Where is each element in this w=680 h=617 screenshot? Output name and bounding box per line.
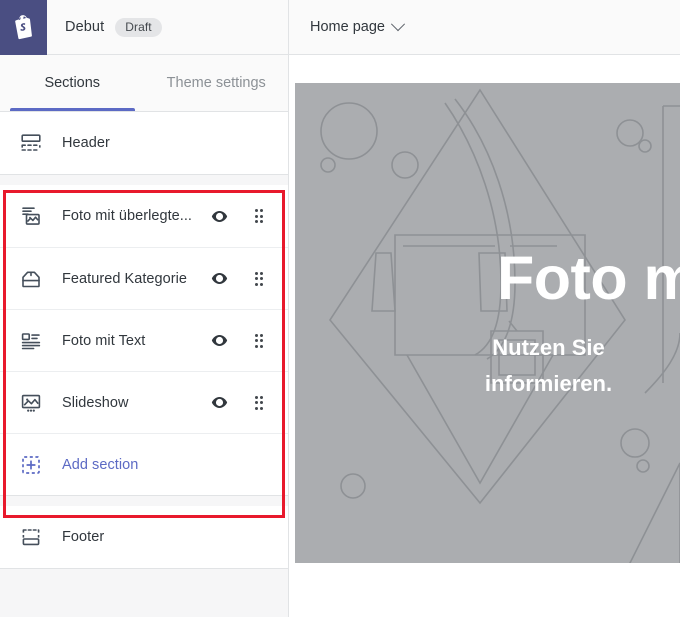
add-section-plus-icon bbox=[18, 452, 44, 478]
section-row-footer[interactable]: Footer bbox=[0, 506, 288, 568]
image-with-text-overlay-icon bbox=[18, 203, 44, 229]
drag-handle-icon[interactable] bbox=[246, 328, 272, 354]
theme-name: Debut bbox=[65, 19, 105, 35]
section-row-image-with-text[interactable]: Foto mit Text bbox=[0, 309, 288, 371]
header-layout-icon bbox=[18, 130, 44, 156]
section-row-actions bbox=[206, 390, 272, 416]
tab-sections-label: Sections bbox=[44, 75, 101, 91]
section-group-body: Foto mit überlegte... Featured Kategorie… bbox=[0, 185, 288, 496]
section-row-label: Foto mit überlegte... bbox=[62, 208, 192, 224]
status-badge: Draft bbox=[115, 17, 162, 37]
slideshow-icon bbox=[18, 390, 44, 416]
eye-visibility-icon[interactable] bbox=[206, 328, 232, 354]
eye-visibility-icon[interactable] bbox=[206, 203, 232, 229]
section-row-label: Featured Kategorie bbox=[62, 270, 188, 287]
eye-visibility-icon[interactable] bbox=[206, 266, 232, 292]
section-row-header[interactable]: Header bbox=[0, 112, 288, 174]
add-section-label: Add section bbox=[62, 456, 139, 473]
footer-layout-icon bbox=[18, 524, 44, 550]
section-row-label: Foto mit Text bbox=[62, 332, 146, 349]
section-row-image-with-text-overlay[interactable]: Foto mit überlegte... bbox=[0, 185, 288, 247]
section-row-featured-collection[interactable]: Featured Kategorie bbox=[0, 247, 288, 309]
section-row-label: Slideshow bbox=[62, 394, 129, 411]
image-with-text-overlay-section-preview[interactable]: Foto m Nutzen Sie informieren. bbox=[295, 83, 680, 563]
preview-overlay-heading: Foto m bbox=[497, 244, 680, 313]
section-row-actions bbox=[206, 328, 272, 354]
page-picker-label: Home page bbox=[310, 19, 385, 35]
image-with-text-icon bbox=[18, 328, 44, 354]
top-bar: Debut Draft Home page bbox=[0, 0, 680, 55]
preview-overlay-subline-1: Nutzen Sie bbox=[492, 335, 605, 361]
section-row-actions bbox=[206, 266, 272, 292]
shopify-bag-icon bbox=[12, 14, 36, 41]
section-row-label: Footer bbox=[62, 529, 105, 545]
shopify-theme-editor: Debut Draft Home page Sections Theme set… bbox=[0, 0, 680, 617]
tab-sections[interactable]: Sections bbox=[0, 55, 145, 111]
chevron-down-icon bbox=[390, 17, 406, 32]
preview-overlay-text: Foto m Nutzen Sie informieren. bbox=[295, 83, 680, 563]
section-group-footer: Footer bbox=[0, 506, 288, 569]
drag-handle-icon[interactable] bbox=[246, 203, 272, 229]
theme-info-block: Debut Draft bbox=[47, 0, 289, 54]
sidebar-group-divider bbox=[0, 496, 288, 506]
page-picker-dropdown[interactable]: Home page bbox=[289, 0, 680, 54]
drag-handle-icon[interactable] bbox=[246, 266, 272, 292]
sidebar-group-divider bbox=[0, 175, 288, 185]
section-row-label: Header bbox=[62, 135, 110, 151]
shopify-logo-tile[interactable] bbox=[0, 0, 47, 55]
section-row-slideshow[interactable]: Slideshow bbox=[0, 371, 288, 433]
section-row-actions bbox=[206, 203, 272, 229]
eye-visibility-icon[interactable] bbox=[206, 390, 232, 416]
tab-theme-settings[interactable]: Theme settings bbox=[145, 55, 289, 111]
theme-preview-pane: Foto m Nutzen Sie informieren. bbox=[290, 55, 680, 617]
sidebar-tabs: Sections Theme settings bbox=[0, 55, 288, 112]
add-section-button[interactable]: Add section bbox=[0, 433, 288, 495]
collection-tag-icon bbox=[18, 266, 44, 292]
sections-sidebar: Sections Theme settings Header Foto mit … bbox=[0, 55, 289, 617]
section-group-header: Header bbox=[0, 112, 288, 175]
drag-handle-icon[interactable] bbox=[246, 390, 272, 416]
tab-theme-settings-label: Theme settings bbox=[166, 75, 266, 91]
preview-overlay-subline-2: informieren. bbox=[484, 371, 613, 397]
